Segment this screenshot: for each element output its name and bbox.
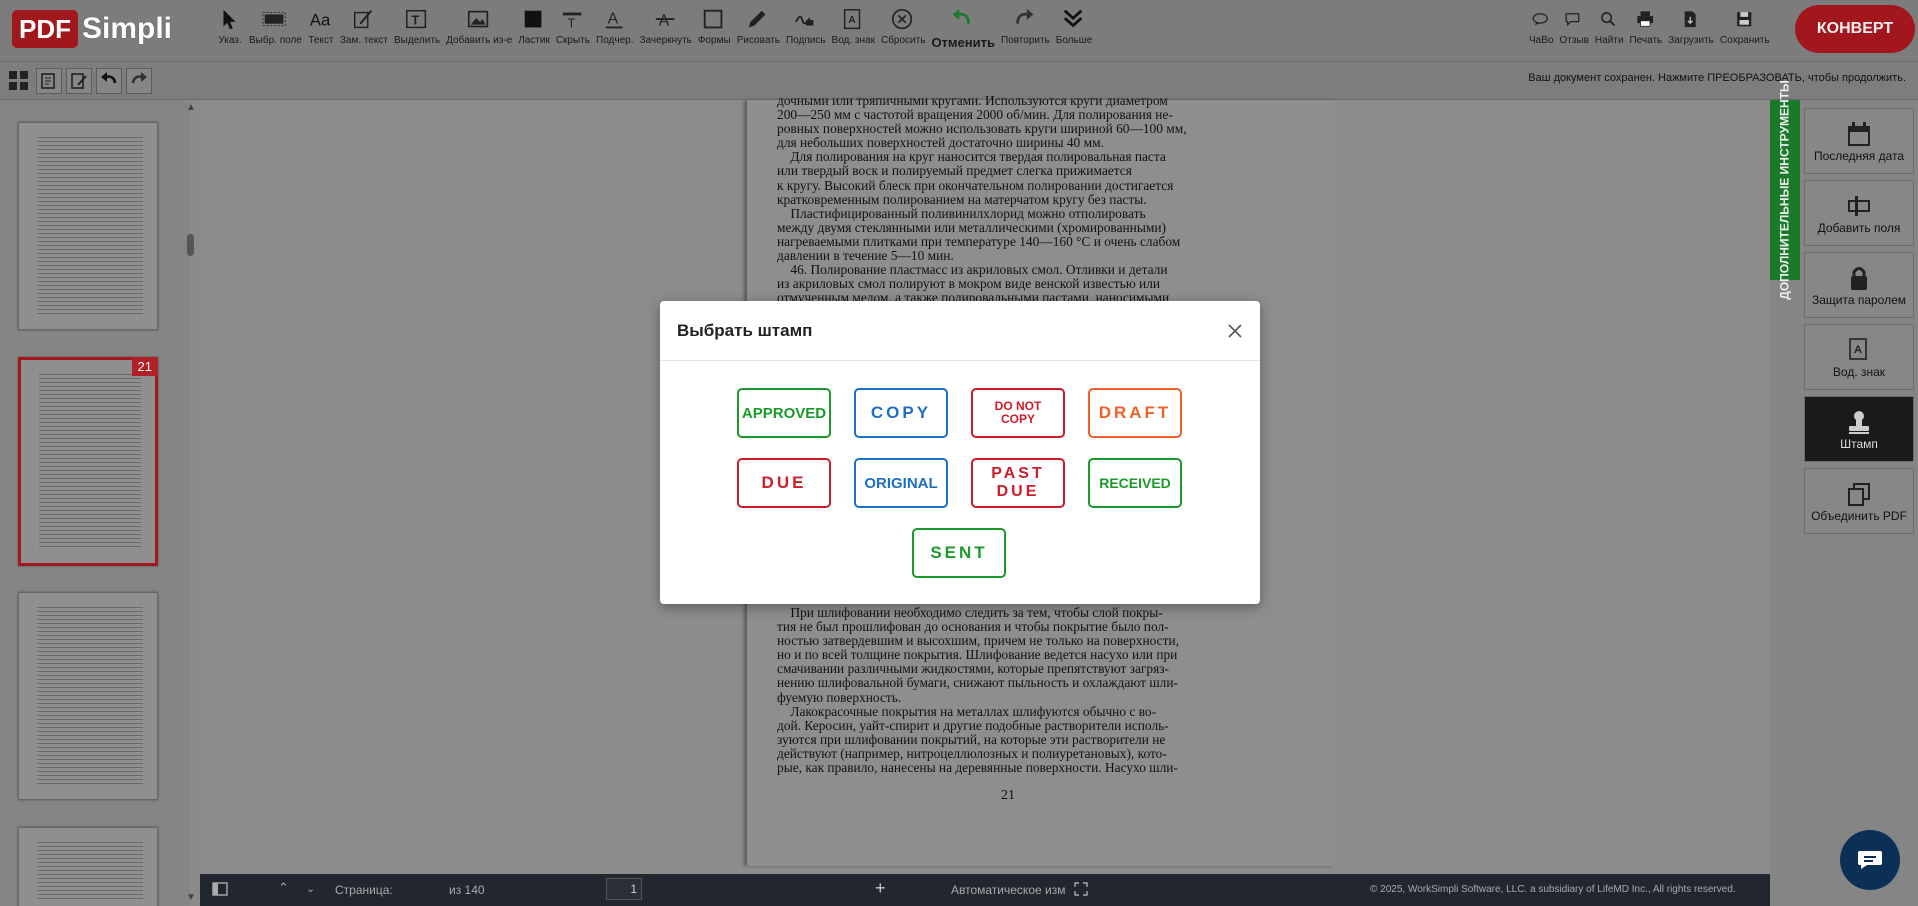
dialog-header: Выбрать штамп <box>660 301 1260 361</box>
modal-overlay: Выбрать штамп APPROVED COPY DO NOT COPY DRA… <box>0 0 1918 906</box>
stamp-label: COPY <box>870 403 932 422</box>
stamp-label: DO NOT COPY <box>994 398 1042 426</box>
stamp-sent[interactable]: SENT <box>912 528 1006 578</box>
stamp-label: SENT <box>930 543 988 562</box>
stamp-due[interactable]: DUE <box>737 458 831 508</box>
close-icon[interactable] <box>1227 323 1243 339</box>
stamp-draft[interactable]: DRAFT <box>1088 388 1182 438</box>
stamp-do-not-copy[interactable]: DO NOT COPY <box>971 388 1065 438</box>
stamp-label: DRAFT <box>1098 403 1172 422</box>
stamp-label: RECEIVED <box>1099 475 1171 491</box>
stamp-past-due[interactable]: PAST DUE <box>971 458 1065 508</box>
stamp-received[interactable]: RECEIVED <box>1088 458 1182 508</box>
stamp-label: ORIGINAL <box>864 474 938 492</box>
stamp-label: APPROVED <box>741 404 827 422</box>
dialog-title: Выбрать штамп <box>677 321 813 340</box>
stamp-copy[interactable]: COPY <box>854 388 948 438</box>
stamp-label: DUE <box>761 473 807 492</box>
stamp-approved[interactable]: APPROVED <box>737 388 831 438</box>
stamp-label: PAST DUE <box>991 465 1045 500</box>
stamp-picker-dialog: Выбрать штамп APPROVED COPY DO NOT COPY DRA… <box>660 301 1260 604</box>
stamp-original[interactable]: ORIGINAL <box>854 458 948 508</box>
